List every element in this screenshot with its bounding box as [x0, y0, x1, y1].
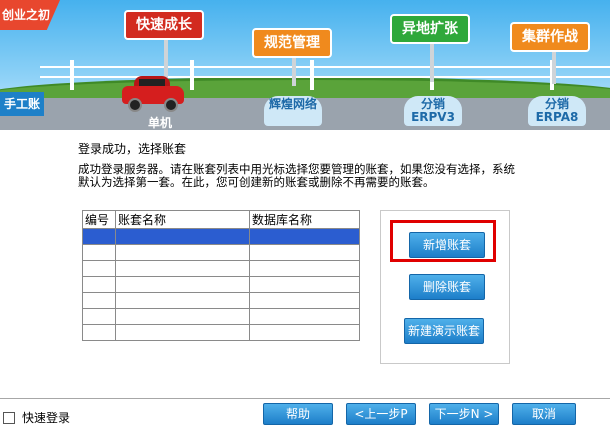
column-header-id: 编号 — [82, 210, 116, 229]
car-image — [122, 76, 184, 112]
table-cell — [82, 308, 116, 325]
table-cell — [82, 276, 116, 293]
sign-pole — [164, 38, 168, 78]
sign-manual-ledger: 手工账 — [0, 92, 44, 116]
table-cell — [249, 260, 360, 277]
table-cell — [115, 292, 250, 309]
new-demo-account-button[interactable]: 新建演示账套 — [404, 318, 484, 344]
sign-erpv3: 分销ERPV3 — [404, 96, 462, 126]
table-cell — [82, 228, 116, 245]
sign-pole — [430, 42, 434, 82]
table-cell — [82, 260, 116, 277]
delete-account-set-button[interactable]: 删除账套 — [409, 274, 485, 300]
highlight-box — [390, 220, 496, 262]
next-button[interactable]: 下一步N > — [429, 403, 499, 425]
table-cell — [249, 292, 360, 309]
table-cell — [115, 260, 250, 277]
table-row[interactable] — [82, 292, 360, 309]
sign-network: 辉煌网络 — [264, 96, 322, 126]
page-title: 登录成功，选择账套 — [78, 142, 187, 156]
table-cell — [249, 308, 360, 325]
column-header-name: 账套名称 — [115, 210, 250, 229]
table-cell — [249, 228, 360, 245]
table-cell — [82, 324, 116, 341]
stage-fast-growth: 快速成长 — [124, 10, 204, 40]
table-row[interactable] — [82, 244, 360, 261]
sign-pole — [292, 56, 296, 86]
stage-expansion: 异地扩张 — [390, 14, 470, 44]
cancel-button[interactable]: 取消 — [512, 403, 576, 425]
table-cell — [115, 228, 250, 245]
table-row[interactable] — [82, 324, 360, 341]
header-banner: 创业之初 快速成长 规范管理 异地扩张 集群作战 手工账 辉煌网络 分销ERPV… — [0, 0, 610, 130]
table-row[interactable] — [82, 276, 360, 293]
fence-post — [190, 60, 194, 90]
stage-cluster: 集群作战 — [510, 22, 590, 52]
stage-standard-mgmt: 规范管理 — [252, 28, 332, 58]
footer-divider — [0, 398, 610, 399]
sign-erpa8: 分销ERPA8 — [528, 96, 586, 126]
table-cell — [115, 324, 250, 341]
table-cell — [82, 292, 116, 309]
prev-button[interactable]: <上一步P — [346, 403, 416, 425]
table-row[interactable] — [82, 308, 360, 325]
sign-pole — [552, 50, 556, 84]
description-text: 成功登录服务器。请在账套列表中用光标选择您要管理的账套，如果您没有选择，系统默认… — [78, 162, 515, 189]
car-label: 单机 — [148, 116, 173, 130]
corner-label: 创业之初 — [0, 0, 60, 30]
table-cell — [249, 244, 360, 261]
table-row[interactable] — [82, 228, 360, 245]
table-cell — [115, 276, 250, 293]
table-cell — [82, 244, 116, 261]
column-header-db: 数据库名称 — [249, 210, 360, 229]
table-row[interactable] — [82, 260, 360, 277]
fence-post — [70, 60, 74, 90]
table-cell — [115, 244, 250, 261]
account-set-table[interactable]: 编号 账套名称 数据库名称 — [82, 210, 360, 341]
table-cell — [249, 276, 360, 293]
table-header-row: 编号 账套名称 数据库名称 — [82, 210, 360, 229]
table-cell — [249, 324, 360, 341]
table-cell — [115, 308, 250, 325]
help-button[interactable]: 帮助 — [263, 403, 333, 425]
fence-post — [310, 60, 314, 90]
